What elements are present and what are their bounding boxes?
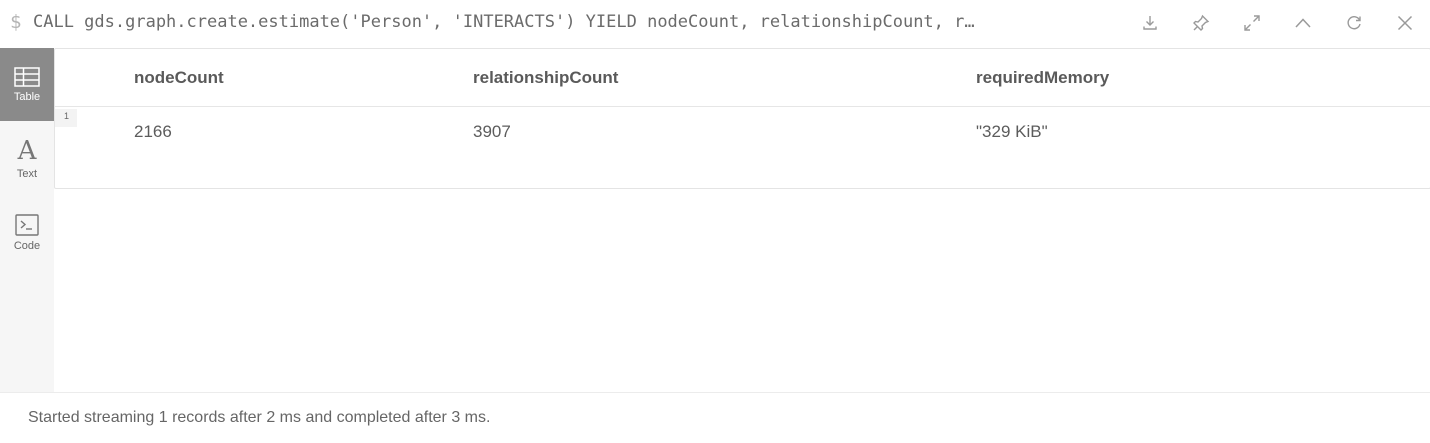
close-icon [1397,15,1412,31]
collapse-up-icon [1294,18,1311,28]
view-sidenav: Table A Text Code [0,48,54,392]
pin-button[interactable] [1175,0,1226,46]
row-index: 1 [55,109,77,127]
pin-icon [1192,14,1209,31]
sidenav-item-table[interactable]: Table [0,48,54,121]
download-icon [1142,16,1157,30]
cell-requiredmemory: "329 KiB" [976,122,1048,141]
column-header-nodecount: nodeCount [134,68,224,87]
sidenav-item-text[interactable]: A Text [0,124,54,194]
rerun-button[interactable] [1328,0,1379,46]
result-table: nodeCount relationshipCount requiredMemo… [54,48,1430,189]
table-header: nodeCount relationshipCount requiredMemo… [55,49,1430,107]
rerun-icon [1346,16,1361,30]
cell-relationshipcount: 3907 [473,122,511,141]
download-button[interactable] [1124,0,1175,46]
cell-nodecount: 2166 [134,122,172,141]
column-header-relationshipcount: relationshipCount [473,68,619,87]
result-frame: $ CALL gds.graph.create.estimate('Person… [0,0,1430,443]
sidenav-label-text: Text [16,168,38,180]
prompt-symbol: $ [10,11,22,33]
query-text[interactable]: CALL gds.graph.create.estimate('Person',… [33,12,1115,32]
sidenav-label-code: Code [13,240,41,252]
status-footer: Started streaming 1 records after 2 ms a… [0,392,1430,443]
sidenav-label-table: Table [13,90,41,103]
fullscreen-button[interactable] [1226,0,1277,46]
status-text: Started streaming 1 records after 2 ms a… [28,409,491,426]
code-icon [15,214,39,236]
expand-icon [1243,15,1260,31]
sidenav-item-code[interactable]: Code [0,198,54,268]
table-icon [14,66,40,87]
text-icon: A [17,136,37,166]
close-button[interactable] [1379,0,1430,46]
column-header-requiredmemory: requiredMemory [976,68,1110,87]
frame-toolbar [1124,0,1430,46]
frame-header: $ CALL gds.graph.create.estimate('Person… [0,0,1430,48]
collapse-button[interactable] [1277,0,1328,46]
